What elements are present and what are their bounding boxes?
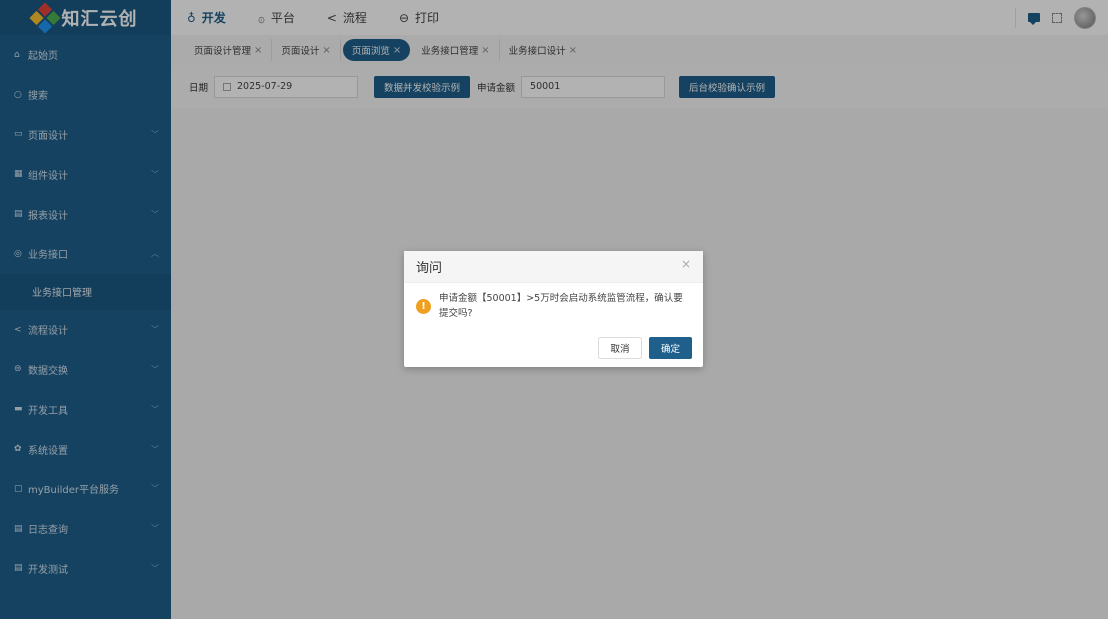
dialog-header: 询问: [404, 251, 703, 283]
dialog-body: ! 申请金额【50001】>5万时会启动系统监管流程，确认要提交吗?: [404, 283, 703, 321]
dialog-footer: 取消 确定: [598, 337, 692, 359]
close-icon[interactable]: ×: [681, 257, 691, 271]
cancel-button[interactable]: 取消: [598, 337, 642, 359]
dialog-title: 询问: [416, 261, 443, 276]
warning-icon: !: [416, 299, 431, 314]
confirm-dialog: 询问 × ! 申请金额【50001】>5万时会启动系统监管流程，确认要提交吗? …: [404, 251, 703, 367]
confirm-button[interactable]: 确定: [649, 337, 692, 359]
dialog-message: 申请金额【50001】>5万时会启动系统监管流程，确认要提交吗?: [439, 293, 683, 319]
